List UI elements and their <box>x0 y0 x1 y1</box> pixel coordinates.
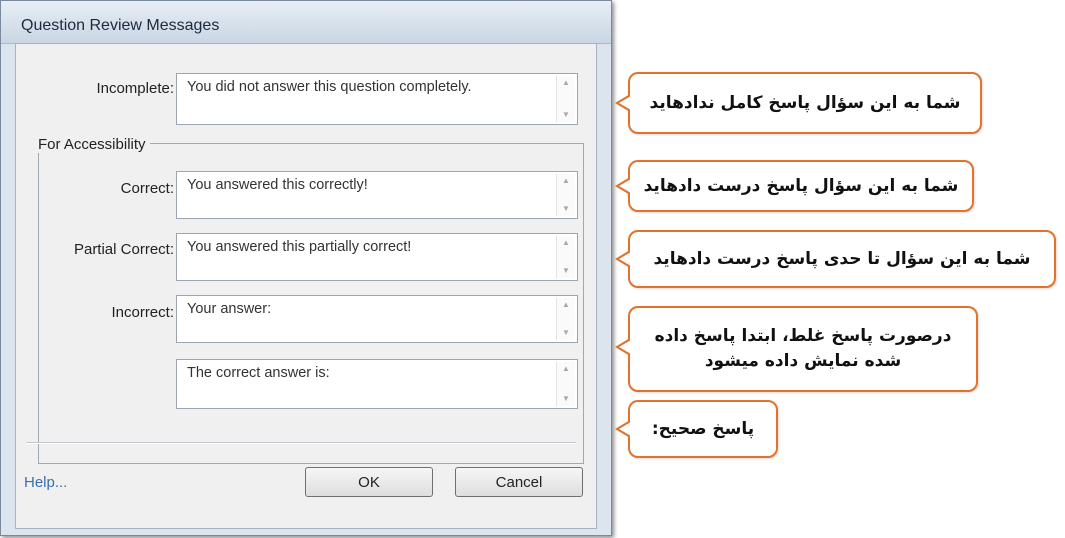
correct-scrollbar[interactable]: ▲ ▼ <box>556 174 575 216</box>
incorrect-scrollbar[interactable]: ▲ ▼ <box>556 298 575 340</box>
scroll-down-icon[interactable]: ▼ <box>560 266 572 276</box>
correct-answer-text: The correct answer is: <box>187 365 330 381</box>
ok-button[interactable]: OK <box>305 467 433 497</box>
incorrect-label: Incorrect: <box>111 304 174 321</box>
incorrect-text: Your answer: <box>187 301 272 317</box>
scroll-down-icon[interactable]: ▼ <box>560 204 572 214</box>
separator <box>26 442 576 444</box>
scroll-up-icon[interactable]: ▲ <box>560 238 572 248</box>
correct-field[interactable]: You answered this correctly! ▲ ▼ <box>176 171 578 219</box>
callout-text: درصورت پاسخ غلط، ابتدا پاسخ داده شده نما… <box>654 326 952 371</box>
incomplete-label: Incomplete: <box>96 80 174 97</box>
callout-correct-answer: پاسخ صحیح: <box>615 400 778 458</box>
scroll-down-icon[interactable]: ▼ <box>560 394 572 404</box>
callout-text: شما به این سؤال تا حدی پاسخ درست دادهاید <box>653 248 1031 269</box>
scroll-up-icon[interactable]: ▲ <box>560 364 572 374</box>
incomplete-scrollbar[interactable]: ▲ ▼ <box>556 76 575 122</box>
incomplete-text: You did not answer this question complet… <box>187 79 472 95</box>
correct-text: You answered this correctly! <box>187 177 368 193</box>
callout-partial-correct: شما به این سؤال تا حدی پاسخ درست دادهاید <box>615 230 1056 288</box>
cancel-button[interactable]: Cancel <box>455 467 583 497</box>
help-link[interactable]: Help... <box>24 474 67 491</box>
callout-pointer-inner-icon <box>619 340 631 354</box>
scroll-up-icon[interactable]: ▲ <box>560 176 572 186</box>
accessibility-group-title: For Accessibility <box>38 136 150 153</box>
partial-correct-field[interactable]: You answered this partially correct! ▲ ▼ <box>176 233 578 281</box>
callout-correct: شما به این سؤال پاسخ درست دادهاید <box>615 160 974 212</box>
question-review-dialog: Question Review Messages Incomplete: You… <box>0 0 612 536</box>
scroll-up-icon[interactable]: ▲ <box>560 78 572 88</box>
partial-correct-label: Partial Correct: <box>73 241 174 258</box>
callout-text: پاسخ صحیح: <box>651 418 755 439</box>
incorrect-field[interactable]: Your answer: ▲ ▼ <box>176 295 578 343</box>
incomplete-field[interactable]: You did not answer this question complet… <box>176 73 578 125</box>
partial-correct-text: You answered this partially correct! <box>187 239 412 255</box>
scroll-down-icon[interactable]: ▼ <box>560 110 572 120</box>
scroll-down-icon[interactable]: ▼ <box>560 328 572 338</box>
callout-pointer-inner-icon <box>619 252 631 266</box>
dialog-title: Question Review Messages <box>21 17 220 34</box>
callout-text: شما به این سؤال پاسخ کامل ندادهاید <box>649 92 961 113</box>
callout-text: شما به این سؤال پاسخ درست دادهاید <box>643 175 959 196</box>
callout-incorrect: درصورت پاسخ غلط، ابتدا پاسخ داده شده نما… <box>615 306 978 392</box>
callout-pointer-inner-icon <box>619 422 631 436</box>
dialog-body: Incomplete: You did not answer this ques… <box>15 43 597 529</box>
correct-label: Correct: <box>120 180 174 197</box>
callout-pointer-inner-icon <box>619 96 631 110</box>
title-bar[interactable]: Question Review Messages <box>1 1 611 44</box>
callout-incomplete: شما به این سؤال پاسخ کامل ندادهاید <box>615 72 982 134</box>
correct-answer-field[interactable]: The correct answer is: ▲ ▼ <box>176 359 578 409</box>
correct-answer-scrollbar[interactable]: ▲ ▼ <box>556 362 575 406</box>
scroll-up-icon[interactable]: ▲ <box>560 300 572 310</box>
callout-pointer-inner-icon <box>619 179 631 193</box>
partial-correct-scrollbar[interactable]: ▲ ▼ <box>556 236 575 278</box>
